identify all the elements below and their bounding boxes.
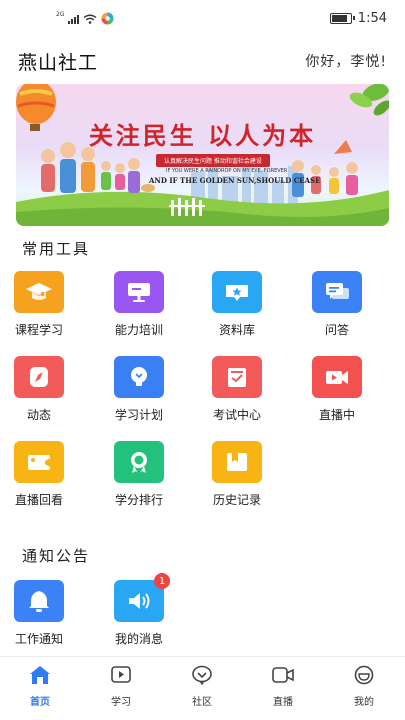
tab-label: 我的 — [354, 697, 374, 708]
tool-history-card-tile[interactable]: 历史记录 — [197, 441, 277, 508]
signal-icon — [68, 14, 80, 24]
video-camera-icon — [312, 356, 362, 398]
banner-ribbon: 认真解决民生问题 推动和谐社会建设 — [156, 154, 270, 167]
bell-icon — [14, 580, 64, 622]
tool-checklist-tile[interactable]: 考试中心 — [197, 356, 277, 423]
tool-chat-bubbles-tile[interactable]: 问答 — [297, 271, 377, 338]
tool-bell-tile[interactable]: 工作通知 — [0, 580, 79, 647]
tool-presentation-board-tile[interactable]: 能力培训 — [99, 271, 179, 338]
tool-compass-tile[interactable]: 动态 — [0, 356, 79, 423]
banner-subtitle-small: IF YOU WERE A RAINDROP ON MY EYE, FOREVE… — [166, 168, 288, 174]
tool-speaker-tile[interactable]: 1 我的消息 — [99, 573, 179, 647]
tile-label: 考试中心 — [212, 408, 261, 422]
tile-label: 课程学习 — [14, 323, 63, 337]
status-left: 2G — [56, 11, 114, 25]
tile-label: 学习计划 — [114, 408, 163, 422]
tile-label: 直播中 — [318, 408, 355, 422]
tile-label: 学分排行 — [114, 493, 163, 507]
header: 燕山社工 你好，李悦! — [18, 44, 387, 78]
tile-label: 历史记录 — [212, 493, 261, 507]
banner-title: 关注民生 以人为本 — [88, 121, 317, 150]
tool-medal-tile[interactable]: 学分排行 — [99, 441, 179, 508]
tile-label: 工作通知 — [14, 632, 63, 646]
smile-icon — [334, 665, 394, 689]
wifi-icon — [84, 14, 97, 24]
medal-icon — [114, 441, 164, 483]
user-greeting[interactable]: 你好，李悦! — [305, 51, 387, 71]
tool-graduation-cap-tile[interactable]: 课程学习 — [0, 271, 79, 338]
tab-label: 直播 — [273, 697, 293, 708]
tab-label: 首页 — [30, 697, 50, 708]
notices-section-title: 通知公告 — [22, 547, 91, 565]
home-icon — [10, 665, 70, 689]
banner[interactable]: 关注民生 以人为本 认真解决民生问题 推动和谐社会建设 IF YOU WERE … — [16, 84, 389, 226]
banner-subtitle: AND IF THE GOLDEN SUN,SHOULD CEASE — [149, 176, 321, 185]
network-type: 2G — [56, 11, 65, 18]
tile-label: 直播回看 — [14, 493, 63, 507]
graduation-cap-icon — [14, 271, 64, 313]
video-replay-icon — [14, 441, 64, 483]
live-camera-icon — [253, 665, 313, 689]
status-right: 1:54 — [329, 11, 387, 26]
lightbulb-icon — [114, 356, 164, 398]
chat-bubbles-icon — [312, 271, 362, 313]
tab-community-chat[interactable]: 社区 — [172, 665, 232, 708]
tile-label: 我的消息 — [114, 632, 163, 646]
compass-icon — [14, 356, 64, 398]
speaker-icon: 1 — [114, 573, 170, 622]
tab-home[interactable]: 首页 — [10, 665, 70, 708]
history-card-icon — [212, 441, 262, 483]
tab-smile[interactable]: 我的 — [334, 665, 394, 708]
community-chat-icon — [172, 665, 232, 689]
star-folder-icon — [212, 271, 262, 313]
unread-badge: 1 — [154, 573, 170, 589]
tab-label: 学习 — [111, 697, 131, 708]
leaves-icon — [349, 84, 389, 116]
tab-play[interactable]: 学习 — [91, 665, 151, 708]
tile-label: 能力培训 — [114, 323, 163, 337]
tool-lightbulb-tile[interactable]: 学习计划 — [99, 356, 179, 423]
status-bar: 2G 1:54 — [0, 0, 405, 36]
tab-live-camera[interactable]: 直播 — [253, 665, 313, 708]
app-notification-icon — [101, 12, 114, 25]
tab-label: 社区 — [192, 697, 212, 708]
tool-star-folder-tile[interactable]: 资料库 — [197, 271, 277, 338]
tool-video-replay-tile[interactable]: 直播回看 — [0, 441, 79, 508]
checklist-icon — [212, 356, 262, 398]
tile-label: 问答 — [324, 323, 349, 337]
battery-icon — [329, 13, 355, 24]
tools-section-title: 常用工具 — [22, 240, 91, 258]
clock: 1:54 — [357, 11, 387, 26]
tile-label: 动态 — [26, 408, 51, 422]
bottom-tab-bar: 首页 学习 社区 直播 我的 — [0, 656, 405, 720]
play-icon — [91, 665, 151, 689]
presentation-board-icon — [114, 271, 164, 313]
tile-label: 资料库 — [218, 323, 255, 337]
app-title: 燕山社工 — [18, 51, 99, 74]
tool-video-camera-tile[interactable]: 直播中 — [297, 356, 377, 423]
